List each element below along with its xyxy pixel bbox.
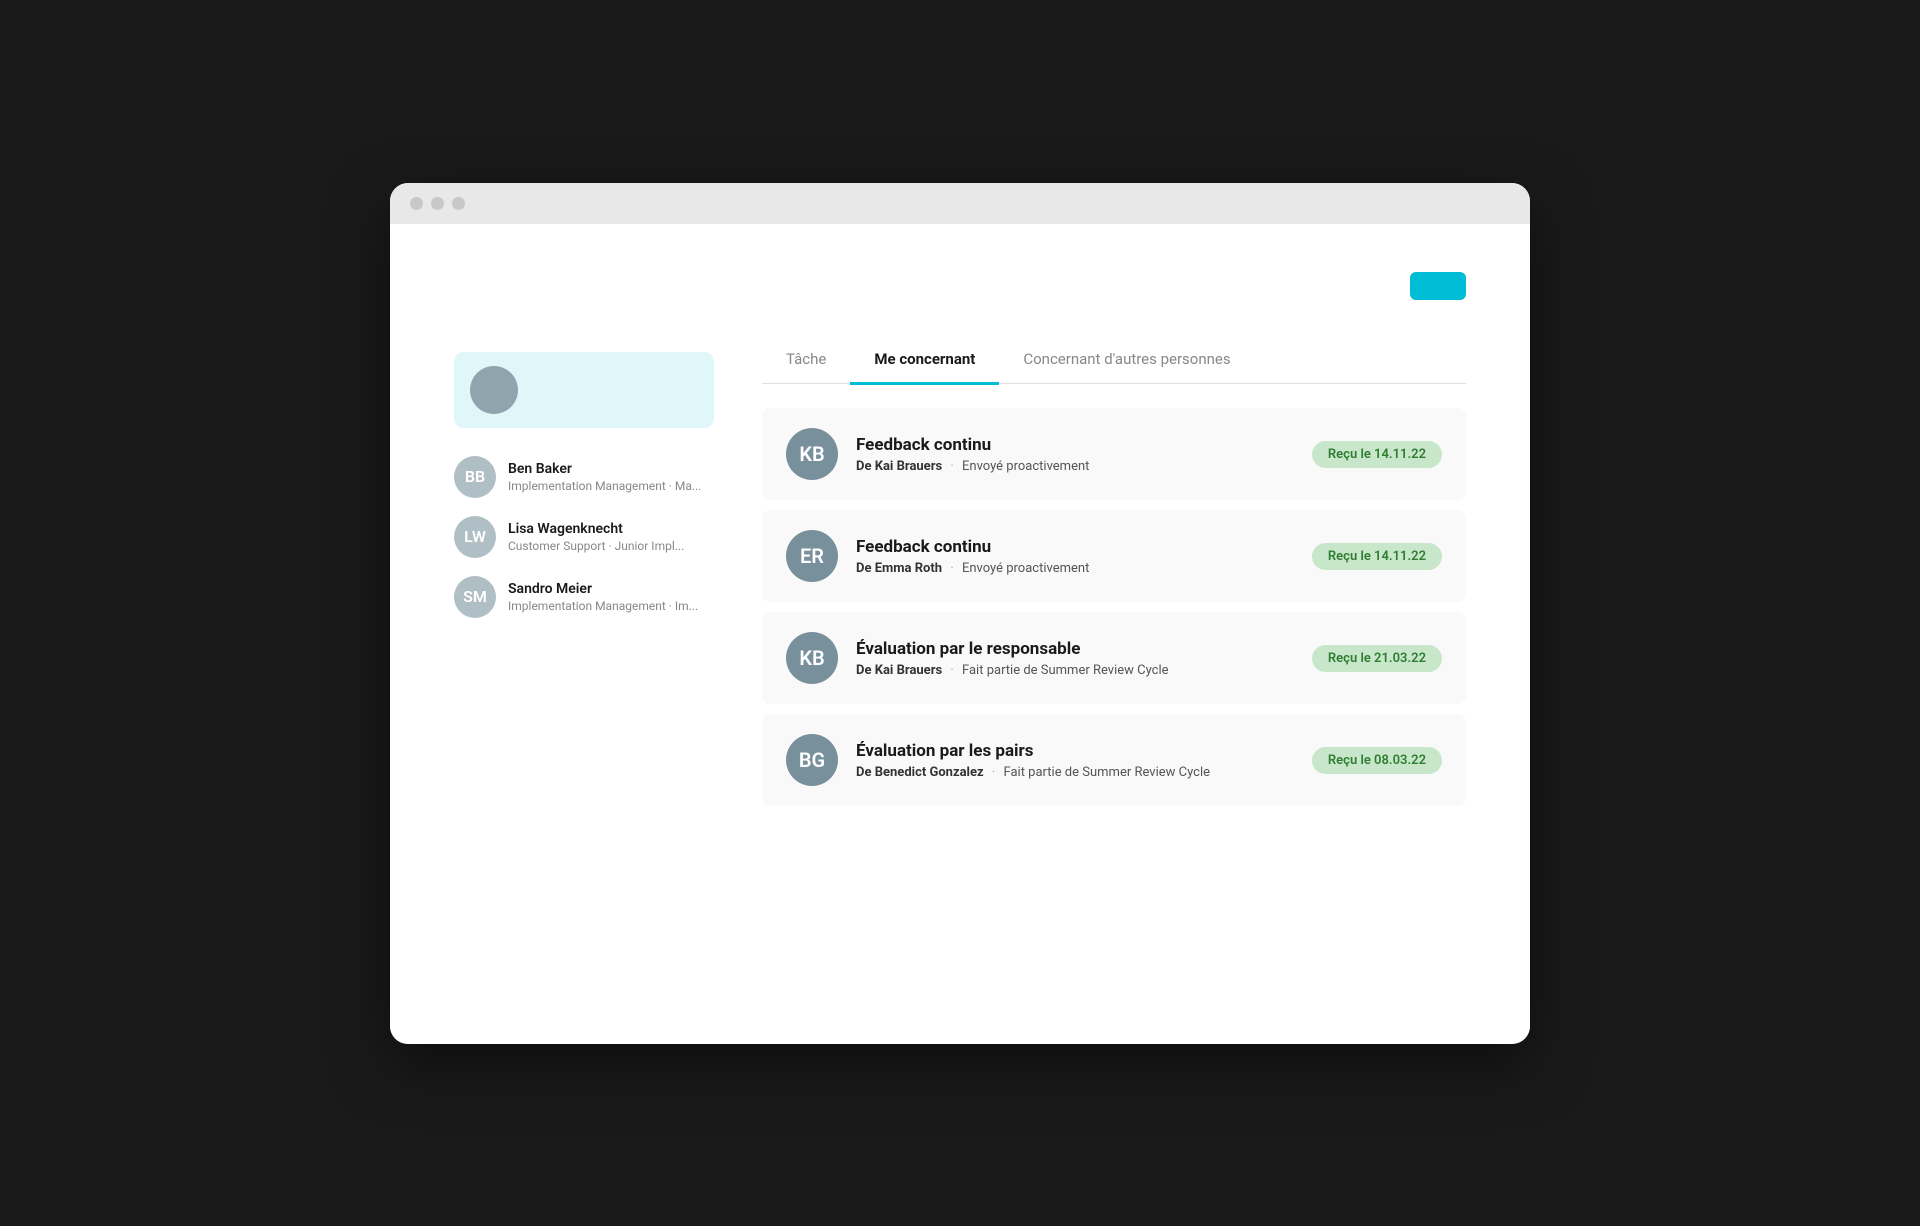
feedback-type: Feedback continu xyxy=(856,435,1294,455)
collaborator-avatar: BB xyxy=(454,456,496,498)
collaborator-item[interactable]: BB Ben Baker Implementation Management ·… xyxy=(454,456,714,498)
feedback-badge: Reçu le 21.03.22 xyxy=(1312,645,1442,672)
window-dot-red xyxy=(410,197,423,210)
feedback-separator: · xyxy=(950,663,953,678)
feedback-separator: · xyxy=(950,459,953,474)
feedback-detail: Fait partie de Summer Review Cycle xyxy=(962,663,1169,678)
feedback-separator: · xyxy=(950,561,953,576)
window-dot-green xyxy=(452,197,465,210)
collaborators-list: BB Ben Baker Implementation Management ·… xyxy=(454,456,714,618)
feedback-detail: Envoyé proactivement xyxy=(962,561,1089,576)
window-dot-yellow xyxy=(431,197,444,210)
page-header xyxy=(454,272,1466,300)
feedback-avatar: KB xyxy=(786,632,838,684)
feedback-separator: · xyxy=(992,765,995,780)
feedback-type: Feedback continu xyxy=(856,537,1294,557)
feedback-detail: Fait partie de Summer Review Cycle xyxy=(1004,765,1211,780)
sidebar: BB Ben Baker Implementation Management ·… xyxy=(454,340,714,807)
feedback-card[interactable]: ER Feedback continu De Emma Roth · Envoy… xyxy=(762,510,1466,602)
feedback-meta: De Benedict Gonzalez · Fait partie de Su… xyxy=(856,765,1294,780)
collaborator-item[interactable]: SM Sandro Meier Implementation Managemen… xyxy=(454,576,714,618)
collaborator-role: Implementation Management · Im... xyxy=(508,599,698,613)
feedback-list: KB Feedback continu De Kai Brauers · Env… xyxy=(762,408,1466,806)
browser-window: BB Ben Baker Implementation Management ·… xyxy=(390,183,1530,1044)
selected-user-avatar xyxy=(470,366,518,414)
feedback-card[interactable]: KB Évaluation par le responsable De Kai … xyxy=(762,612,1466,704)
tab-me-concernant[interactable]: Me concernant xyxy=(850,340,999,385)
feedback-meta: De Emma Roth · Envoyé proactivement xyxy=(856,561,1294,576)
feedback-avatar: ER xyxy=(786,530,838,582)
collaborator-role: Implementation Management · Ma... xyxy=(508,479,701,493)
feedback-badge: Reçu le 14.11.22 xyxy=(1312,543,1442,570)
page-content: BB Ben Baker Implementation Management ·… xyxy=(390,224,1530,1044)
collaborator-avatar: SM xyxy=(454,576,496,618)
feedback-badge: Reçu le 14.11.22 xyxy=(1312,441,1442,468)
main-area: Tâche Me concernant Concernant d'autres … xyxy=(762,340,1466,807)
feedback-type: Évaluation par les pairs xyxy=(856,741,1294,761)
feedback-detail: Envoyé proactivement xyxy=(962,459,1089,474)
selected-user-card[interactable] xyxy=(454,352,714,428)
feedback-info: Évaluation par les pairs De Benedict Gon… xyxy=(856,741,1294,780)
feedback-type: Évaluation par le responsable xyxy=(856,639,1294,659)
feedback-sender: De Benedict Gonzalez xyxy=(856,765,984,780)
feedback-sender: De Kai Brauers xyxy=(856,663,942,678)
feedback-card[interactable]: BG Évaluation par les pairs De Benedict … xyxy=(762,714,1466,806)
feedback-sender: De Emma Roth xyxy=(856,561,942,576)
collaborator-role: Customer Support · Junior Impl... xyxy=(508,539,684,553)
collaborator-item[interactable]: LW Lisa Wagenknecht Customer Support · J… xyxy=(454,516,714,558)
tab-tache[interactable]: Tâche xyxy=(762,340,850,385)
feedback-avatar: BG xyxy=(786,734,838,786)
feedback-meta: De Kai Brauers · Envoyé proactivement xyxy=(856,459,1294,474)
main-layout: BB Ben Baker Implementation Management ·… xyxy=(454,340,1466,807)
collaborator-name: Lisa Wagenknecht xyxy=(508,521,684,537)
tabs-bar: Tâche Me concernant Concernant d'autres … xyxy=(762,340,1466,385)
feedback-info: Évaluation par le responsable De Kai Bra… xyxy=(856,639,1294,678)
feedback-card[interactable]: KB Feedback continu De Kai Brauers · Env… xyxy=(762,408,1466,500)
feedback-avatar: KB xyxy=(786,428,838,480)
give-feedback-button[interactable] xyxy=(1410,272,1466,300)
tab-others[interactable]: Concernant d'autres personnes xyxy=(999,340,1254,385)
feedback-info: Feedback continu De Emma Roth · Envoyé p… xyxy=(856,537,1294,576)
feedback-badge: Reçu le 08.03.22 xyxy=(1312,747,1442,774)
feedback-meta: De Kai Brauers · Fait partie de Summer R… xyxy=(856,663,1294,678)
browser-chrome xyxy=(390,183,1530,224)
feedback-sender: De Kai Brauers xyxy=(856,459,942,474)
collaborator-name: Ben Baker xyxy=(508,461,701,477)
collaborator-avatar: LW xyxy=(454,516,496,558)
feedback-info: Feedback continu De Kai Brauers · Envoyé… xyxy=(856,435,1294,474)
collaborator-name: Sandro Meier xyxy=(508,581,698,597)
